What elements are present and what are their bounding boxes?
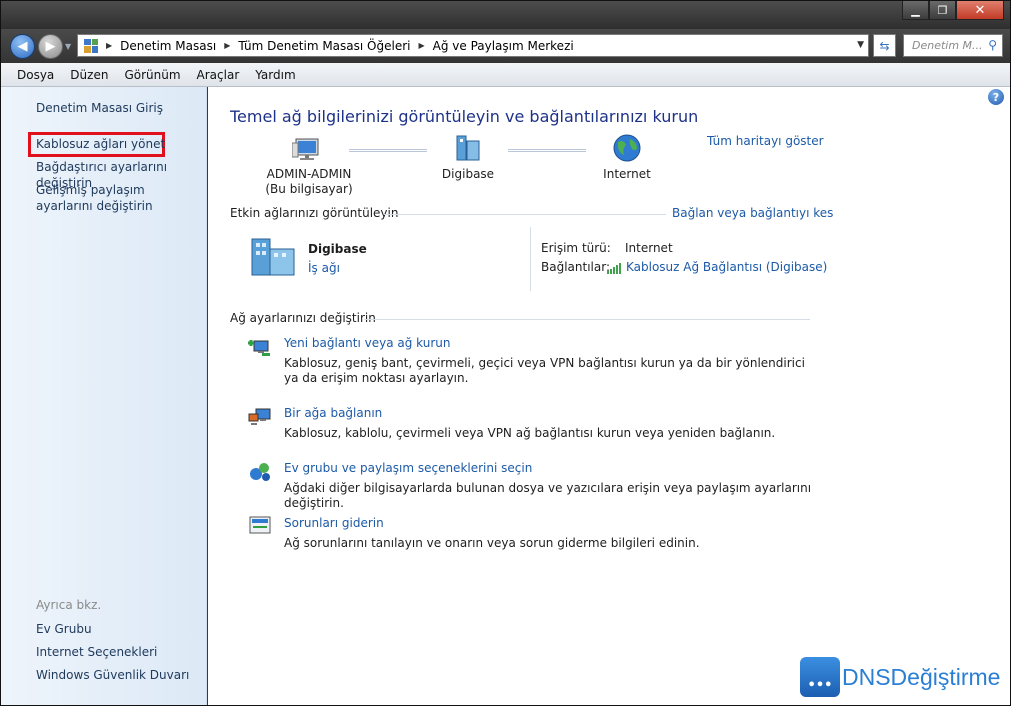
map-connector [508, 149, 586, 152]
vertical-divider [530, 227, 531, 291]
task-homegroup-link[interactable]: Ev grubu ve paylaşım seçeneklerini seçin [284, 461, 532, 475]
menu-edit[interactable]: Düzen [62, 68, 116, 82]
breadcrumb-arrow-icon[interactable]: ▶ [418, 41, 424, 50]
map-node-computer[interactable]: ADMIN-ADMIN (Bu bilgisayar) [254, 133, 364, 197]
new-connection-icon [248, 340, 270, 356]
task-troubleshoot-desc: Ağ sorunlarını tanılayın ve onarın veya … [284, 536, 700, 550]
task-sidebar: Denetim Masası Giriş Kablosuz ağları yön… [1, 87, 207, 705]
breadcrumb-network-center[interactable]: Ağ ve Paylaşım Merkezi [433, 39, 574, 53]
caption-buttons: ▁ ❐ ✕ [902, 1, 1004, 20]
access-type-label: Erişim türü: [541, 241, 611, 255]
connections-label: Bağlantılar: [541, 260, 610, 274]
troubleshoot-icon [249, 516, 271, 534]
help-icon[interactable]: ? [988, 89, 1004, 105]
connect-disconnect-link[interactable]: Bağlan veya bağlantıyı kes [672, 206, 833, 220]
watermark-dots-icon: ••• [800, 657, 840, 697]
breadcrumb-control-panel[interactable]: Denetim Masası [120, 39, 216, 53]
see-also-internet-options[interactable]: Internet Seçenekleri [36, 644, 157, 660]
menu-tools[interactable]: Araçlar [189, 68, 248, 82]
section-divider [364, 319, 810, 320]
menu-view[interactable]: Görünüm [116, 68, 188, 82]
watermark-text: DNSDeğiştirme [842, 663, 1001, 690]
map-node-network[interactable]: Digibase [428, 133, 508, 182]
recent-pages-dropdown-icon[interactable]: ▼ [65, 42, 71, 51]
sidebar-item-sharing-settings[interactable]: Gelişmiş paylaşım ayarlarını değiştirin [36, 182, 196, 214]
watermark-logo: ••• DNSDeğiştirme [800, 657, 1000, 697]
address-dropdown-icon[interactable]: ▼ [857, 40, 864, 50]
task-new-connection-desc: Kablosuz, geniş bant, çevirmeli, geçici … [284, 356, 805, 385]
search-input[interactable]: Denetim M... ⚲ [903, 34, 1003, 57]
network-icon [456, 135, 480, 161]
breadcrumb-arrow-icon[interactable]: ▶ [106, 41, 112, 50]
see-also-firewall[interactable]: Windows Güvenlik Duvarı [36, 667, 189, 683]
task-connect-network-link[interactable]: Bir ağa bağlanın [284, 406, 382, 420]
task-connect-network-desc: Kablosuz, kablolu, çevirmeli veya VPN ağ… [284, 426, 776, 440]
task-homegroup-desc: Ağdaki diğer bilgisayarlarda bulunan dos… [284, 481, 812, 510]
refresh-button[interactable]: ⇆ [873, 34, 896, 57]
map-node-internet[interactable]: Internet [587, 133, 667, 182]
access-type-value: Internet [625, 241, 673, 255]
back-arrow-icon: ◀ [17, 39, 28, 54]
see-also-title: Ayrıca bkz. [36, 598, 102, 612]
section-divider [384, 214, 666, 215]
map-node-internet-label: Internet [603, 167, 651, 181]
signal-strength-icon [607, 263, 621, 274]
menu-bar: Dosya Düzen Görünüm Araçlar Yardım [1, 63, 1010, 87]
full-map-link[interactable]: Tüm haritayı göster [707, 134, 824, 148]
search-icon[interactable]: ⚲ [988, 38, 997, 52]
computer-icon [291, 138, 319, 160]
breadcrumb-arrow-icon[interactable]: ▶ [224, 41, 230, 50]
forward-button[interactable]: ▶ [38, 34, 63, 59]
network-name: Digibase [308, 242, 367, 256]
close-button[interactable]: ✕ [956, 1, 1004, 20]
task-troubleshoot-link[interactable]: Sorunları giderin [284, 516, 384, 530]
change-settings-title: Ağ ayarlarınızı değiştirin [230, 311, 376, 325]
sidebar-item-manage-wireless[interactable]: Kablosuz ağları yönet [36, 136, 165, 152]
title-bar[interactable]: ▁ ❐ ✕ [1, 1, 1010, 29]
page-title: Temel ağ bilgilerinizi görüntüleyin ve b… [230, 107, 699, 126]
map-connector [349, 149, 427, 152]
address-bar[interactable]: ▶ Denetim Masası ▶ Tüm Denetim Masası Öğ… [77, 34, 869, 57]
globe-icon [613, 134, 641, 162]
see-also-homegroup[interactable]: Ev Grubu [36, 621, 92, 637]
map-node-computer-sub: (Bu bilgisayar) [265, 182, 353, 196]
forward-arrow-icon: ▶ [45, 39, 56, 54]
minimize-button[interactable]: ▁ [902, 1, 929, 20]
wireless-connection-link[interactable]: Kablosuz Ağ Bağlantısı (Digibase) [626, 260, 827, 274]
connect-network-icon [248, 408, 271, 425]
map-node-network-label: Digibase [441, 167, 495, 181]
network-building-icon [251, 238, 295, 276]
maximize-button[interactable]: ❐ [929, 1, 956, 20]
map-node-computer-label: ADMIN-ADMIN [266, 167, 352, 181]
window: ▁ ❐ ✕ ◀ ▶ ▼ ▶ Denetim Masası ▶ Tüm Denet… [0, 0, 1011, 706]
refresh-icon: ⇆ [879, 38, 890, 53]
navigation-bar: ◀ ▶ ▼ ▶ Denetim Masası ▶ Tüm Denetim Mas… [1, 29, 1010, 63]
back-button[interactable]: ◀ [10, 34, 35, 59]
breadcrumb-all-items[interactable]: Tüm Denetim Masası Öğeleri [238, 39, 410, 53]
menu-file[interactable]: Dosya [9, 68, 62, 82]
control-panel-icon [84, 38, 98, 53]
network-type-link[interactable]: İş ağı [308, 261, 340, 275]
homegroup-icon [250, 463, 270, 481]
task-new-connection-link[interactable]: Yeni bağlantı veya ağ kurun [284, 336, 450, 350]
search-placeholder: Denetim M... [912, 39, 983, 52]
sidebar-home-link[interactable]: Denetim Masası Giriş [36, 100, 163, 116]
menu-help[interactable]: Yardım [247, 68, 303, 82]
active-networks-title: Etkin ağlarınızı görüntüleyin [230, 206, 399, 220]
main-content: ? Temel ağ bilgilerinizi görüntüleyin ve… [208, 87, 1010, 705]
